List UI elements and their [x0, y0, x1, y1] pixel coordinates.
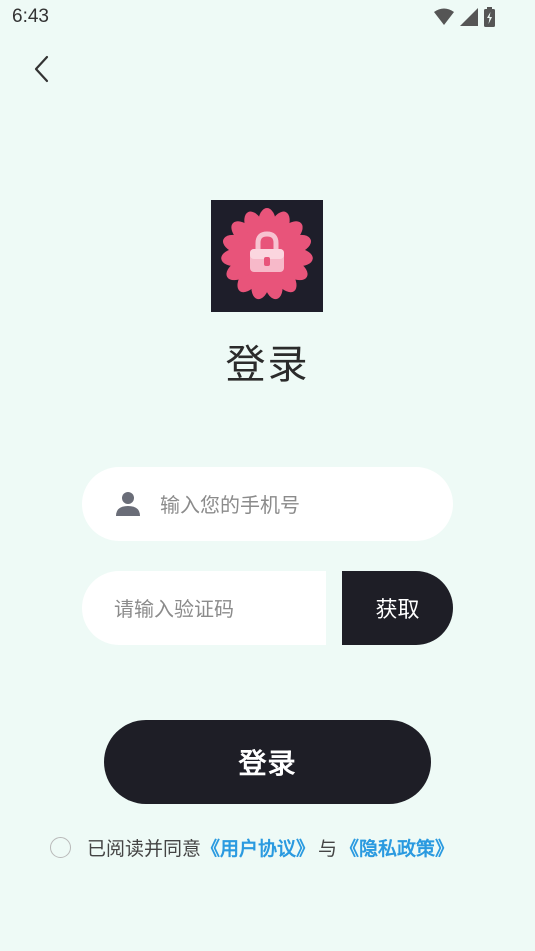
status-bar: 6:43	[0, 0, 535, 36]
user-agreement-link[interactable]: 《用户协议》	[201, 834, 315, 861]
privacy-policy-link[interactable]: 《隐私政策》	[340, 834, 454, 861]
agreement-text: 已阅读并同意	[87, 837, 202, 860]
status-icons	[434, 7, 495, 27]
user-icon	[116, 492, 140, 516]
page-title: 登录	[225, 342, 310, 388]
phone-field[interactable]	[82, 467, 453, 543]
battery-charging-icon	[484, 7, 495, 27]
login-button[interactable]: 登录	[104, 720, 431, 804]
phone-input[interactable]	[158, 467, 432, 543]
signal-icon	[460, 8, 478, 26]
verification-code-input[interactable]	[112, 571, 316, 647]
chevron-left-icon	[34, 55, 49, 83]
verification-code-field[interactable]	[82, 571, 326, 647]
agreement-conjunction: 与	[318, 837, 338, 860]
get-code-button[interactable]: 获取	[342, 571, 453, 645]
flower-lock-logo	[221, 208, 313, 300]
wifi-icon	[434, 8, 454, 25]
agreement-row: 已阅读并同意 《用户协议》 与 《隐私政策》	[50, 834, 454, 860]
app-logo	[211, 200, 323, 312]
status-time: 6:43	[12, 6, 49, 27]
back-button[interactable]	[22, 50, 60, 88]
agreement-checkbox[interactable]	[50, 836, 71, 858]
